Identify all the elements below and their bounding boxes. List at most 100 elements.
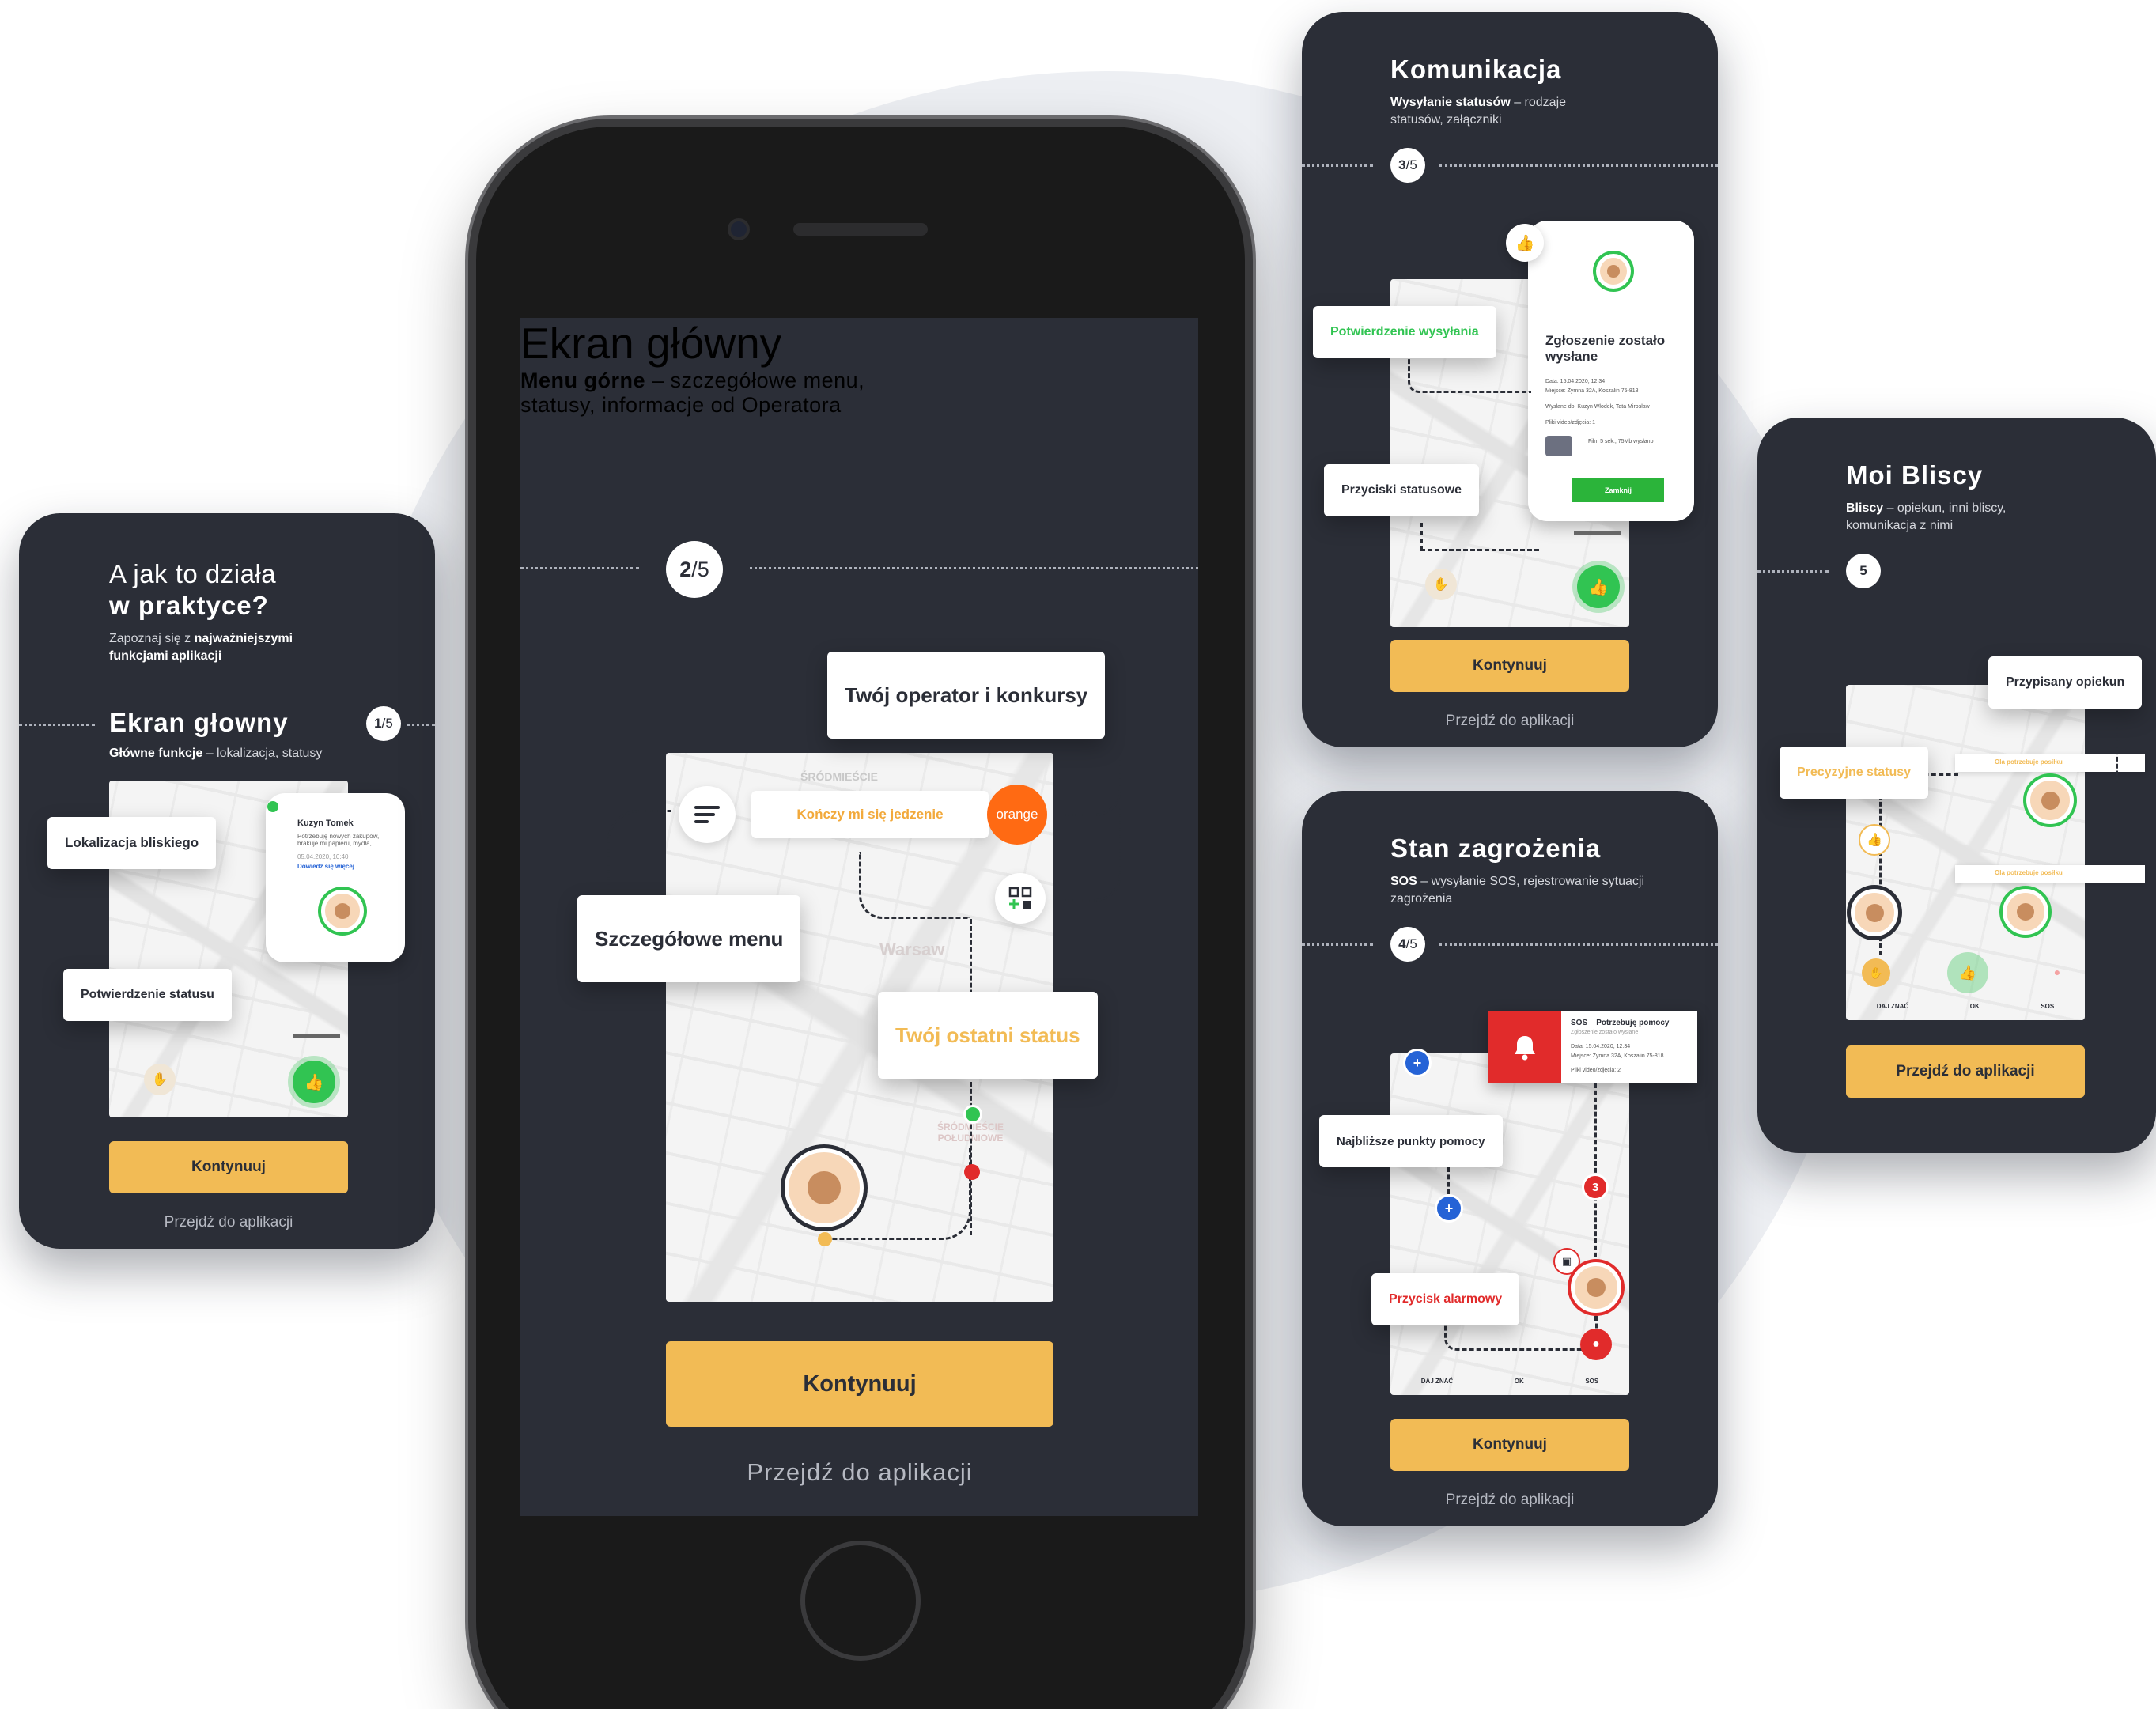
home-button[interactable] [800,1541,921,1661]
map-label-center: ŚRÓDMIEŚCIE [800,770,879,783]
screen-subtitle: Menu górne – szczegółowe menu, statusy, … [520,369,932,418]
onboarding-card-1: A jak to działa w praktyce? Zapoznaj się… [19,513,435,1249]
connector-guardian [2110,694,2118,789]
status-pill[interactable]: Kończy mi się jedzenie [751,791,989,838]
sos-title: SOS – Potrzebuję pomocy [1571,1019,1670,1027]
subtitle-rest: – wysyłanie SOS, rejestrowanie sytuacji … [1390,875,1645,906]
phone-power-button [1246,459,1253,577]
help-point-icon[interactable]: + [1403,1049,1432,1077]
guardian-avatar[interactable] [2026,777,2074,824]
step-indicator: 4/5 [1390,927,1425,962]
dialog-sent-to: Wysłane do: Kuzyn Włodek, Tata Mirosław [1545,404,1650,410]
connector-menu [607,810,671,892]
intro-prefix: Zapoznaj się z [109,632,195,645]
sos-panel: SOS – Potrzebuję pomocy Zgłoszenie zosta… [1488,1011,1697,1083]
callout-precise-statuses: Precyzyjne statusy [1780,747,1929,799]
menu-icon[interactable] [679,786,736,843]
thumbs-up-icon[interactable]: 👍 [293,1061,335,1103]
relative-avatar-1[interactable] [1851,889,1898,936]
map-scale-bar [293,1034,340,1038]
mini-status-2: Ola potrzebuje posiłku [1955,865,2145,883]
step-indicator: 1/5 [366,706,401,741]
continue-button[interactable]: Kontynuuj [1390,640,1629,692]
contact-name: Kuzyn Tomek [297,819,354,828]
phone-speaker [793,223,928,236]
continue-button[interactable]: Kontynuuj [666,1341,1053,1427]
dialog-place: Miejsce: Zymna 32A, Koszalin 75-818 [1545,388,1639,394]
step-divider-left [1302,943,1373,946]
hand-icon[interactable]: ✋ [1425,569,1457,600]
phone-volume-down [468,601,475,720]
sos-icon[interactable]: ● [2045,960,2069,984]
help-point-icon-2[interactable]: + [1435,1194,1463,1223]
step-current: 5 [1859,563,1867,578]
card-subtitle: Bliscy – opiekun, inni bliscy, komunikac… [1846,500,2052,534]
go-to-app-button[interactable]: Przejdź do aplikacji [1846,1045,2085,1098]
status-dot-red [964,1164,980,1180]
step-divider-right [750,567,1198,569]
connector-buttons [1420,523,1539,551]
callout-status-confirm: Potwierdzenie statusu [63,969,232,1021]
contact-avatar[interactable] [321,890,364,932]
callout-location: Lokalizacja bliskiego [47,817,217,869]
callout-operator: Twój operator i konkursy [827,652,1106,739]
intro-heading-line2: w praktyce? [109,591,269,620]
go-to-app-link[interactable]: Przejdź do aplikacji [109,1214,348,1231]
continue-button[interactable]: Kontynuuj [1390,1419,1629,1471]
step-total: /5 [691,557,709,581]
tab-let-know[interactable]: DAJ ZNAĆ [1877,1003,1908,1010]
status-dot-green [963,1105,982,1124]
bell-icon [1488,1011,1561,1083]
qr-add-icon[interactable] [995,873,1046,924]
contact-more-link[interactable]: Dowiedz się więcej [297,863,354,870]
step-current: 4 [1398,936,1406,951]
connector-qr [1058,808,1121,902]
phone-mute-switch [468,327,475,391]
callout-sent-confirm: Potwierdzenie wysyłania [1313,306,1496,358]
tab-sos[interactable]: SOS [1585,1378,1598,1385]
dialog-close-button[interactable]: Zamknij [1572,478,1664,502]
hand-icon[interactable]: ✋ [1862,958,1890,987]
step-indicator: 2/5 [666,541,723,598]
step-total: /5 [1405,936,1417,951]
person-avatar[interactable] [1571,1262,1621,1313]
ok-button[interactable]: 👍 [1947,952,1988,993]
status-dot [267,801,278,812]
dialog-date: Data: 15.04.2020, 12:34 [1545,379,1606,384]
card-title: Ekran głowny [109,708,289,737]
relative-avatar-2[interactable] [2003,889,2048,935]
map-label-city: Warsaw [879,940,945,959]
hand-icon[interactable]: ✋ [144,1064,176,1095]
card-subtitle: Wysyłanie statusów – rodzaje statusów, z… [1390,94,1620,128]
tab-sos[interactable]: SOS [2041,1003,2054,1010]
tab-let-know[interactable]: DAJ ZNAĆ [1421,1378,1453,1385]
step-total: /5 [1405,157,1417,172]
go-to-app-link[interactable]: Przejdź do aplikacji [1390,1492,1629,1509]
step-divider-left [1757,570,1829,573]
go-to-app-link[interactable]: Przejdź do aplikacji [666,1458,1053,1487]
card-title: Stan zagrożenia [1390,834,1602,863]
video-thumbnail-icon[interactable] [1545,436,1572,456]
map-scale-bar [1574,531,1621,535]
go-to-app-link[interactable]: Przejdź do aplikacji [1390,713,1629,730]
onboarding-card-5: Moi Bliscy Bliscy – opiekun, inni bliscy… [1757,418,2156,1153]
thumbs-up-button[interactable]: 👍 [1577,565,1620,608]
user-avatar[interactable] [785,1148,864,1227]
intro-heading-line1: A jak to działa [109,559,277,588]
subtitle-rest: – lokalizacja, statusy [202,747,323,760]
tab-ok[interactable]: OK [1515,1378,1524,1385]
subtitle-bold: Menu górne [520,369,645,392]
sos-files: Pliki video/zdjęcia: 2 [1571,1068,1621,1073]
sos-bell-button[interactable]: ● [1580,1329,1612,1360]
tab-ok[interactable]: OK [1970,1003,1980,1010]
location-dot [818,1232,832,1246]
step-divider-left [520,567,639,569]
continue-button[interactable]: Kontynuuj [109,1141,348,1193]
dialog-files: Pliki video/zdjęcia: 1 [1545,420,1596,425]
operator-logo[interactable]: orange [987,785,1047,845]
step-indicator: 3/5 [1390,148,1425,183]
intro-text: Zapoznaj się z najważniejszymi funkcjami… [109,630,346,664]
confirmation-dialog: Zgłoszenie zostało wysłane Data: 15.04.2… [1528,221,1694,521]
step-divider [19,724,95,726]
onboarding-card-3: Komunikacja Wysyłanie statusów – rodzaje… [1302,12,1718,747]
